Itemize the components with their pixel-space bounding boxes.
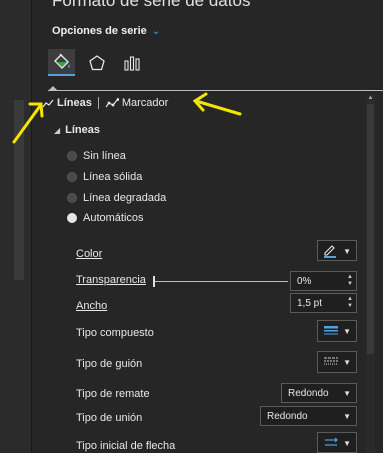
compound-type-dropdown[interactable]: ▼ (317, 320, 357, 342)
join-type-value: Redondo (267, 410, 308, 422)
series-options-dropdown[interactable]: Opciones de serie ⌄ (52, 25, 160, 37)
pane-title: Formato de serie de datos (52, 0, 251, 10)
radio-automatic[interactable]: Automáticos (67, 212, 144, 224)
fill-line-icon (53, 53, 70, 69)
width-label: Ancho (76, 300, 108, 312)
left-scroll-thumb[interactable] (14, 100, 24, 280)
radio-gradient-line-circle[interactable] (67, 193, 77, 203)
subtab-lines-label: Líneas (57, 97, 92, 109)
join-type-dropdown[interactable]: Redondo ▼ (260, 406, 357, 426)
dash-type-dropdown[interactable]: ▼ (317, 351, 357, 373)
transparency-value: 0% (297, 275, 312, 287)
radio-no-line-circle[interactable] (67, 151, 77, 161)
vertical-scrollbar[interactable]: ▲ (366, 94, 375, 453)
cap-type-dropdown[interactable]: Redondo ▼ (281, 383, 357, 403)
line-marker-icon (105, 98, 119, 108)
cap-dropdown-caret-icon: ▼ (343, 389, 351, 398)
subtab-separator (97, 97, 99, 109)
radio-automatic-circle[interactable] (67, 213, 77, 223)
category-icon-row (48, 49, 145, 76)
compound-lines-icon (324, 326, 338, 335)
transparency-spinbox[interactable]: 0% ▲ ▼ (290, 271, 357, 291)
radio-no-line-label: Sin línea (83, 150, 126, 162)
chevron-down-icon: ⌄ (151, 25, 161, 37)
color-dropdown-caret-icon: ▼ (343, 247, 351, 256)
subtab-lines[interactable]: Líneas (42, 97, 92, 109)
subtab-marker[interactable]: Marcador (105, 97, 168, 109)
radio-gradient-line-label: Línea degradada (83, 192, 167, 204)
cap-type-value: Redondo (288, 387, 329, 399)
join-type-label: Tipo de unión (76, 412, 143, 424)
bar-chart-icon (123, 55, 140, 71)
line-chart-icon (42, 99, 54, 107)
color-label: Color (76, 248, 103, 260)
scroll-up-icon[interactable]: ▲ (366, 94, 375, 103)
series-options-tab[interactable] (118, 49, 145, 76)
collapse-triangle-icon: ◢ (54, 125, 61, 135)
transparency-label-text: Transparencia (76, 274, 146, 286)
lines-section-header[interactable]: ◢ Líneas (54, 124, 100, 136)
cap-type-label: Tipo de remate (76, 388, 150, 400)
width-spinbox[interactable]: 1,5 pt ▲ ▼ (290, 293, 357, 313)
color-picker-button[interactable]: ▼ (317, 240, 357, 261)
begin-arrow-type-dropdown[interactable]: ▼ (317, 432, 357, 453)
transparency-label: Transparencia (76, 274, 146, 286)
transparency-slider-track[interactable] (154, 281, 288, 282)
pentagon-effects-icon (88, 54, 105, 70)
scrollbar-thumb[interactable] (367, 104, 374, 354)
radio-automatic-label: Automáticos (83, 212, 144, 224)
compound-dropdown-caret-icon: ▼ (343, 327, 351, 336)
width-value: 1,5 pt (297, 297, 323, 309)
compound-type-label: Tipo compuesto (76, 327, 154, 339)
begin-arrow-type-label: Tipo inicial de flecha (76, 440, 176, 452)
tab-divider (48, 90, 383, 91)
radio-no-line[interactable]: Sin línea (67, 150, 126, 162)
arrow-dropdown-caret-icon: ▼ (343, 439, 351, 448)
line-marker-subtabs: Líneas Marcador (42, 97, 168, 109)
width-spin-arrows-icon[interactable]: ▲ ▼ (347, 296, 353, 310)
left-scroll-strip (0, 0, 32, 453)
radio-solid-line-circle[interactable] (67, 172, 77, 182)
radio-solid-line-label: Línea sólida (83, 171, 143, 183)
join-dropdown-caret-icon: ▼ (343, 412, 351, 421)
radio-solid-line[interactable]: Línea sólida (67, 171, 142, 183)
lines-section-title: Líneas (65, 124, 101, 136)
series-options-label: Opciones de serie (52, 25, 147, 37)
format-data-series-pane: Formato de serie de datos Opciones de se… (0, 0, 383, 453)
effects-tab[interactable] (83, 49, 110, 76)
transparency-spin-arrows-icon[interactable]: ▲ ▼ (347, 274, 353, 288)
pen-color-icon (324, 245, 336, 258)
fill-line-tab[interactable] (48, 49, 75, 76)
dash-lines-icon (324, 357, 338, 365)
dash-type-label: Tipo de guión (76, 358, 143, 370)
transparency-slider-thumb[interactable] (153, 276, 155, 287)
subtab-marker-label: Marcador (121, 97, 169, 109)
arrow-lines-icon (325, 437, 338, 446)
dash-dropdown-caret-icon: ▼ (343, 358, 351, 367)
radio-gradient-line[interactable]: Línea degradada (67, 192, 166, 204)
